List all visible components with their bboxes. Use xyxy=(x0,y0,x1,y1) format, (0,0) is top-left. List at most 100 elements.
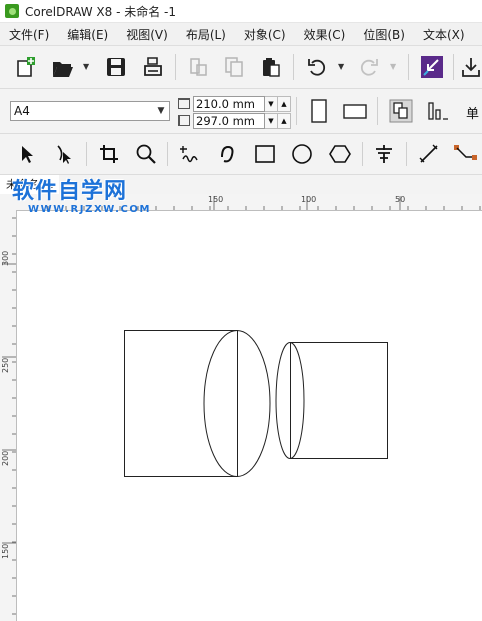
menu-view[interactable]: 视图(V) xyxy=(117,26,177,43)
connector-tool-button[interactable] xyxy=(451,139,481,169)
vertical-ruler-ticks xyxy=(2,217,16,615)
units-label[interactable]: 单 xyxy=(466,103,479,122)
page-columns-icon xyxy=(428,102,448,120)
text-tool-icon xyxy=(376,145,392,163)
redo-button[interactable] xyxy=(354,52,384,82)
height-up-spinner-icon[interactable]: ▲ xyxy=(278,112,291,129)
zoom-magnifier-icon xyxy=(136,144,156,164)
dimension-line-icon xyxy=(419,144,438,163)
page-height-input[interactable]: 297.0 mm xyxy=(193,112,265,129)
menu-edit[interactable]: 编辑(E) xyxy=(58,26,117,43)
toolbar-separator xyxy=(293,54,294,80)
ellipse-tool-button[interactable] xyxy=(287,139,317,169)
export-icon xyxy=(461,58,480,77)
ruler-label: 50 xyxy=(395,195,406,204)
cut-button[interactable] xyxy=(183,52,213,82)
page-width-input[interactable]: 210.0 mm xyxy=(193,95,265,112)
import-button[interactable] xyxy=(417,52,447,82)
artistic-media-tool-button[interactable] xyxy=(213,139,243,169)
height-row: 297.0 mm ▼ ▲ xyxy=(178,112,291,129)
pick-tool-button[interactable] xyxy=(12,139,42,169)
ellipse-icon xyxy=(292,144,312,164)
freehand-icon xyxy=(180,146,198,163)
ruler-label: 250 xyxy=(1,357,10,373)
right-rectangle-shape[interactable] xyxy=(290,342,388,459)
tools-bar xyxy=(0,134,482,175)
pointer-arrow-icon xyxy=(22,146,33,163)
all-pages-icon xyxy=(389,99,413,123)
copy-icon xyxy=(225,57,243,77)
property-bar: A4 ▼ 210.0 mm ▼ ▲ 297.0 mm ▼ ▲ 单 xyxy=(0,89,482,134)
paper-size-dropdown[interactable]: A4 ▼ xyxy=(10,101,170,121)
export-button[interactable] xyxy=(459,52,482,82)
menu-text[interactable]: 文本(X) xyxy=(414,26,474,43)
toolbar-separator xyxy=(377,97,378,125)
watermark-logo: 软件自学网 WWW.RJZXW.COM xyxy=(12,180,151,216)
ruler-label: 200 xyxy=(1,450,10,466)
shape-tool-button[interactable] xyxy=(49,139,79,169)
ruler-label: 150 xyxy=(208,195,224,204)
toolbar-separator xyxy=(86,142,87,166)
watermark-url-text: WWW.RJZXW.COM xyxy=(28,204,152,215)
undo-button[interactable] xyxy=(302,52,332,82)
artistic-curve-icon xyxy=(221,145,234,163)
current-page-button[interactable] xyxy=(423,96,453,126)
crop-icon xyxy=(100,145,118,163)
ruler-label: 100 xyxy=(301,195,317,204)
menu-object[interactable]: 对象(C) xyxy=(235,26,295,43)
chevron-down-icon: ▼ xyxy=(157,106,165,116)
portrait-button[interactable] xyxy=(304,96,334,126)
all-pages-button[interactable] xyxy=(386,96,416,126)
polygon-tool-button[interactable] xyxy=(325,139,355,169)
undo-dropdown-arrow-icon[interactable]: ▼ xyxy=(338,62,344,71)
height-down-spinner-icon[interactable]: ▼ xyxy=(265,112,278,129)
rectangle-icon xyxy=(255,145,275,163)
left-rectangle-shape[interactable] xyxy=(124,330,238,477)
print-button[interactable] xyxy=(138,52,168,82)
undo-icon xyxy=(308,59,326,76)
page-height-icon xyxy=(178,115,190,126)
toolbar-separator xyxy=(167,142,168,166)
vertical-ruler[interactable]: 300 250 200 150 xyxy=(0,210,17,621)
crop-tool-button[interactable] xyxy=(94,139,124,169)
rectangle-tool-button[interactable] xyxy=(250,139,280,169)
portrait-page-icon xyxy=(311,99,327,123)
toolbar-separator xyxy=(362,142,363,166)
coreldraw-app-icon xyxy=(5,4,19,18)
text-tool-button[interactable] xyxy=(369,139,399,169)
standard-toolbar: ▼ ▼ ▼ xyxy=(0,46,482,89)
title-bar: CorelDRAW X8 - 未命名 -1 xyxy=(0,0,482,23)
shape-tool-icon xyxy=(57,145,71,164)
print-icon xyxy=(144,57,162,76)
ruler-label: 150 xyxy=(1,543,10,559)
connector-icon xyxy=(454,145,477,160)
zoom-tool-button[interactable] xyxy=(131,139,161,169)
toolbar-separator xyxy=(408,54,409,80)
save-icon xyxy=(107,58,125,76)
width-down-spinner-icon[interactable]: ▼ xyxy=(265,95,278,112)
folder-open-icon xyxy=(53,62,73,77)
paper-size-value: A4 xyxy=(14,104,30,118)
paste-button[interactable] xyxy=(256,52,286,82)
freehand-tool-button[interactable] xyxy=(175,139,205,169)
copy-button[interactable] xyxy=(219,52,249,82)
import-icon xyxy=(421,56,443,78)
menu-bitmaps[interactable]: 位图(B) xyxy=(354,26,414,43)
open-dropdown-arrow-icon[interactable]: ▼ xyxy=(83,62,89,71)
landscape-button[interactable] xyxy=(340,96,370,126)
redo-dropdown-arrow-icon[interactable]: ▼ xyxy=(390,62,396,71)
redo-icon xyxy=(360,59,378,76)
toolbar-separator xyxy=(406,142,407,166)
toolbar-separator xyxy=(296,97,297,125)
menu-layout[interactable]: 布局(L) xyxy=(177,26,235,43)
menu-file[interactable]: 文件(F) xyxy=(0,26,58,43)
menu-effects[interactable]: 效果(C) xyxy=(295,26,355,43)
menu-bar: 文件(F) 编辑(E) 视图(V) 布局(L) 对象(C) 效果(C) 位图(B… xyxy=(0,23,482,46)
dimension-tool-button[interactable] xyxy=(414,139,444,169)
window-title: CorelDRAW X8 - 未命名 -1 xyxy=(25,4,177,19)
save-button[interactable] xyxy=(101,52,131,82)
open-button[interactable] xyxy=(48,52,78,82)
width-up-spinner-icon[interactable]: ▲ xyxy=(278,95,291,112)
drawing-canvas[interactable] xyxy=(17,211,482,621)
new-document-button[interactable] xyxy=(10,52,40,82)
